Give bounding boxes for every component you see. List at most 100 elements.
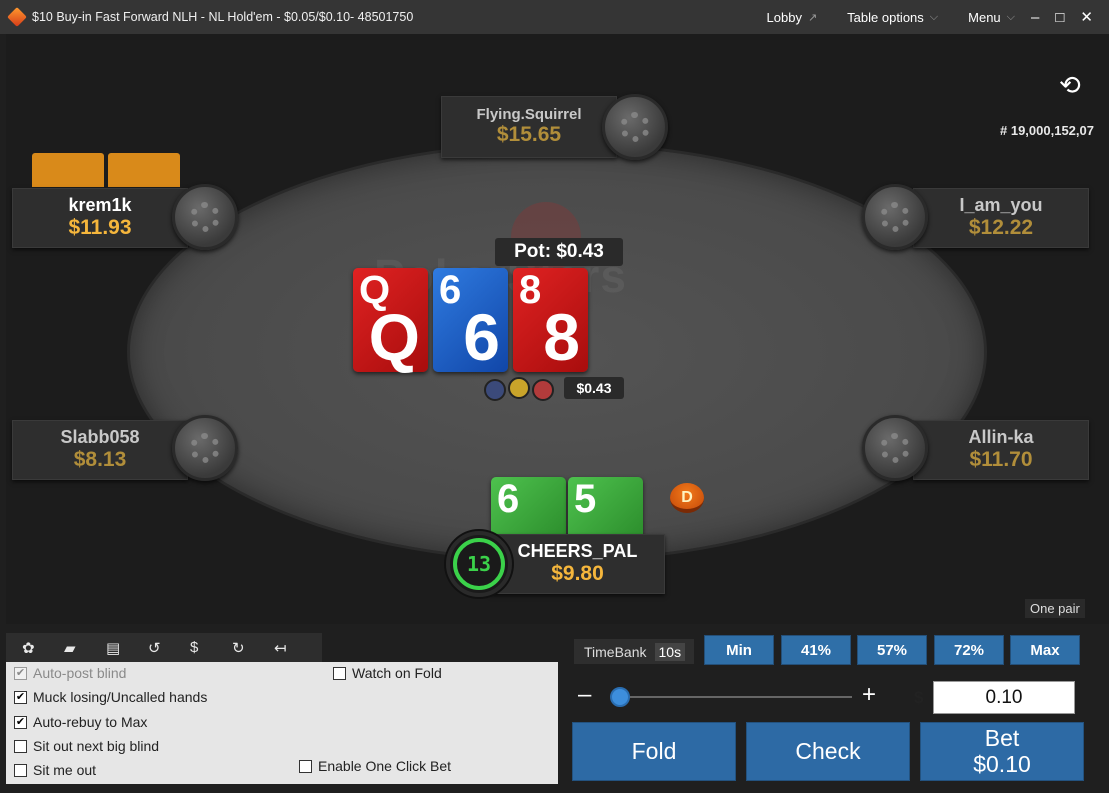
player-stack: $8.13 xyxy=(73,448,127,471)
hand-id: # 19,000,152,07 xyxy=(1000,123,1094,138)
board-card: Q Q xyxy=(353,268,428,372)
card-rank-large: 6 xyxy=(463,300,500,374)
bet-slider[interactable]: – + xyxy=(574,679,884,715)
player-name: I_am_you xyxy=(959,195,1043,215)
timebank-label: TimeBank xyxy=(584,643,647,660)
slider-track[interactable] xyxy=(616,696,852,698)
gear-icon xyxy=(880,433,910,463)
one-click-bet-checkbox[interactable] xyxy=(299,759,312,773)
one-click-bet-label: Enable One Click Bet xyxy=(318,758,452,774)
opponent-card-backs xyxy=(32,153,180,187)
notes-icon[interactable]: ▤ xyxy=(106,639,148,657)
watch-on-fold-checkbox[interactable] xyxy=(333,666,346,680)
player-avatar-icon xyxy=(602,94,668,160)
minimize-button[interactable]: – xyxy=(1031,9,1039,26)
player-avatar-icon xyxy=(172,184,238,250)
watch-on-fold-option[interactable]: Watch on Fold xyxy=(333,665,442,681)
player-stack: $9.80 xyxy=(551,562,604,585)
maximize-button[interactable]: □ xyxy=(1055,9,1064,26)
bet-button[interactable]: Bet $0.10 xyxy=(920,722,1084,781)
chevron-down-icon: ⌵ xyxy=(1006,10,1016,23)
seat-cheers-pal[interactable]: CHEERS_PAL $9.80 xyxy=(490,534,665,594)
one-click-bet-option[interactable]: Enable One Click Bet xyxy=(299,758,451,774)
lobby-button[interactable]: Lobby ↗ xyxy=(767,10,818,25)
seat-krem1k[interactable]: krem1k $11.93 xyxy=(12,188,188,248)
auto-rebuy-checkbox[interactable]: ✔ xyxy=(14,715,27,729)
table-options-panel: ✔ Auto-post blind ✔ Muck losing/Uncalled… xyxy=(6,662,558,784)
auto-post-label: Auto-post blind xyxy=(33,665,127,681)
settings-gear-icon[interactable]: ✿ xyxy=(22,639,64,657)
bet-preset-72[interactable]: 72% xyxy=(934,635,1004,665)
sit-me-out-checkbox[interactable] xyxy=(14,763,27,777)
muck-option[interactable]: ✔ Muck losing/Uncalled hands xyxy=(14,689,207,705)
player-name: krem1k xyxy=(68,195,132,215)
timer-seconds: 13 xyxy=(466,552,492,576)
decrease-bet-button[interactable]: – xyxy=(578,681,591,709)
check-button[interactable]: Check xyxy=(746,722,910,781)
bet-amount: $0.43 xyxy=(564,377,624,399)
title-bar: $10 Buy-in Fast Forward NLH - NL Hold'em… xyxy=(0,0,1109,34)
player-stack: $11.70 xyxy=(969,448,1033,471)
board-card: 6 6 xyxy=(433,268,508,372)
timebank-button[interactable]: TimeBank 10s xyxy=(574,639,694,664)
auto-post-blind-option[interactable]: ✔ Auto-post blind xyxy=(14,665,126,681)
gear-icon xyxy=(190,433,220,463)
fold-label: Fold xyxy=(631,737,677,764)
player-stack: $15.65 xyxy=(496,123,562,146)
player-stack: $11.93 xyxy=(68,216,132,239)
sit-out-bb-label: Sit out next big blind xyxy=(33,738,160,754)
muck-label: Muck losing/Uncalled hands xyxy=(33,689,208,705)
chat-icon[interactable]: ▰ xyxy=(64,639,106,657)
sit-me-out-option[interactable]: Sit me out xyxy=(14,762,96,778)
sit-out-bb-checkbox[interactable] xyxy=(14,739,27,753)
replay-icon[interactable]: ↻ xyxy=(232,639,274,657)
action-timer: 13 xyxy=(446,531,512,597)
seat-flying-squirrel[interactable]: Flying.Squirrel $15.65 xyxy=(441,96,617,158)
bet-preset-min[interactable]: Min xyxy=(704,635,774,665)
lobby-label: Lobby xyxy=(766,9,802,25)
fold-button[interactable]: Fold xyxy=(572,722,736,781)
bet-amount-input[interactable] xyxy=(933,681,1075,714)
close-button[interactable]: ✕ xyxy=(1080,8,1093,26)
cashier-icon[interactable]: $ xyxy=(190,639,232,656)
bet-preset-57[interactable]: 57% xyxy=(857,635,927,665)
external-link-icon: ↗ xyxy=(807,11,818,24)
dealer-button: D xyxy=(670,483,704,513)
player-stack: $12.22 xyxy=(968,216,1034,239)
auto-post-checkbox[interactable]: ✔ xyxy=(14,666,27,680)
currency-symbol: $ xyxy=(914,688,924,707)
menu-label: Menu xyxy=(968,9,1001,25)
refresh-icon[interactable]: ⟲ xyxy=(1059,70,1081,101)
bet-label: Bet xyxy=(984,725,1020,752)
player-avatar-icon xyxy=(862,415,928,481)
chevron-down-icon: ⌵ xyxy=(929,10,939,23)
chip-icon xyxy=(484,379,506,401)
sit-out-bb-option[interactable]: Sit out next big blind xyxy=(14,738,159,754)
seat-slabb058[interactable]: Slabb058 $8.13 xyxy=(12,420,188,480)
bet-preset-max[interactable]: Max xyxy=(1010,635,1080,665)
rebuy-icon[interactable]: ↺ xyxy=(148,639,190,657)
hand-strength-label: One pair xyxy=(1025,599,1085,618)
main-menu[interactable]: Menu ⌵ xyxy=(968,10,1015,25)
auto-rebuy-option[interactable]: ✔ Auto-rebuy to Max xyxy=(14,714,147,730)
table-toolbar: ✿ ▰ ▤ ↺ $ ↻ ↤ xyxy=(6,633,322,662)
board-card: 8 8 xyxy=(513,268,588,372)
muck-checkbox[interactable]: ✔ xyxy=(14,690,27,704)
sit-me-out-label: Sit me out xyxy=(33,762,97,778)
seat-i-am-you[interactable]: I_am_you $12.22 xyxy=(913,188,1089,248)
increase-bet-button[interactable]: + xyxy=(862,681,876,709)
window-title: $10 Buy-in Fast Forward NLH - NL Hold'em… xyxy=(32,10,414,24)
chip-icon xyxy=(532,379,554,401)
chip-icon xyxy=(508,377,530,399)
card-rank: 6 xyxy=(439,268,462,312)
table-options-menu[interactable]: Table options ⌵ xyxy=(847,10,938,25)
seat-allin-ka[interactable]: Allin-ka $11.70 xyxy=(913,420,1089,480)
collapse-icon[interactable]: ↤ xyxy=(274,639,294,657)
slider-thumb[interactable] xyxy=(610,687,630,707)
player-name: Allin-ka xyxy=(968,427,1034,447)
gear-icon xyxy=(190,202,220,232)
card-rank: 5 xyxy=(574,477,597,521)
bet-preset-41[interactable]: 41% xyxy=(781,635,851,665)
timebank-seconds: 10s xyxy=(654,642,686,661)
player-avatar-icon xyxy=(172,415,238,481)
